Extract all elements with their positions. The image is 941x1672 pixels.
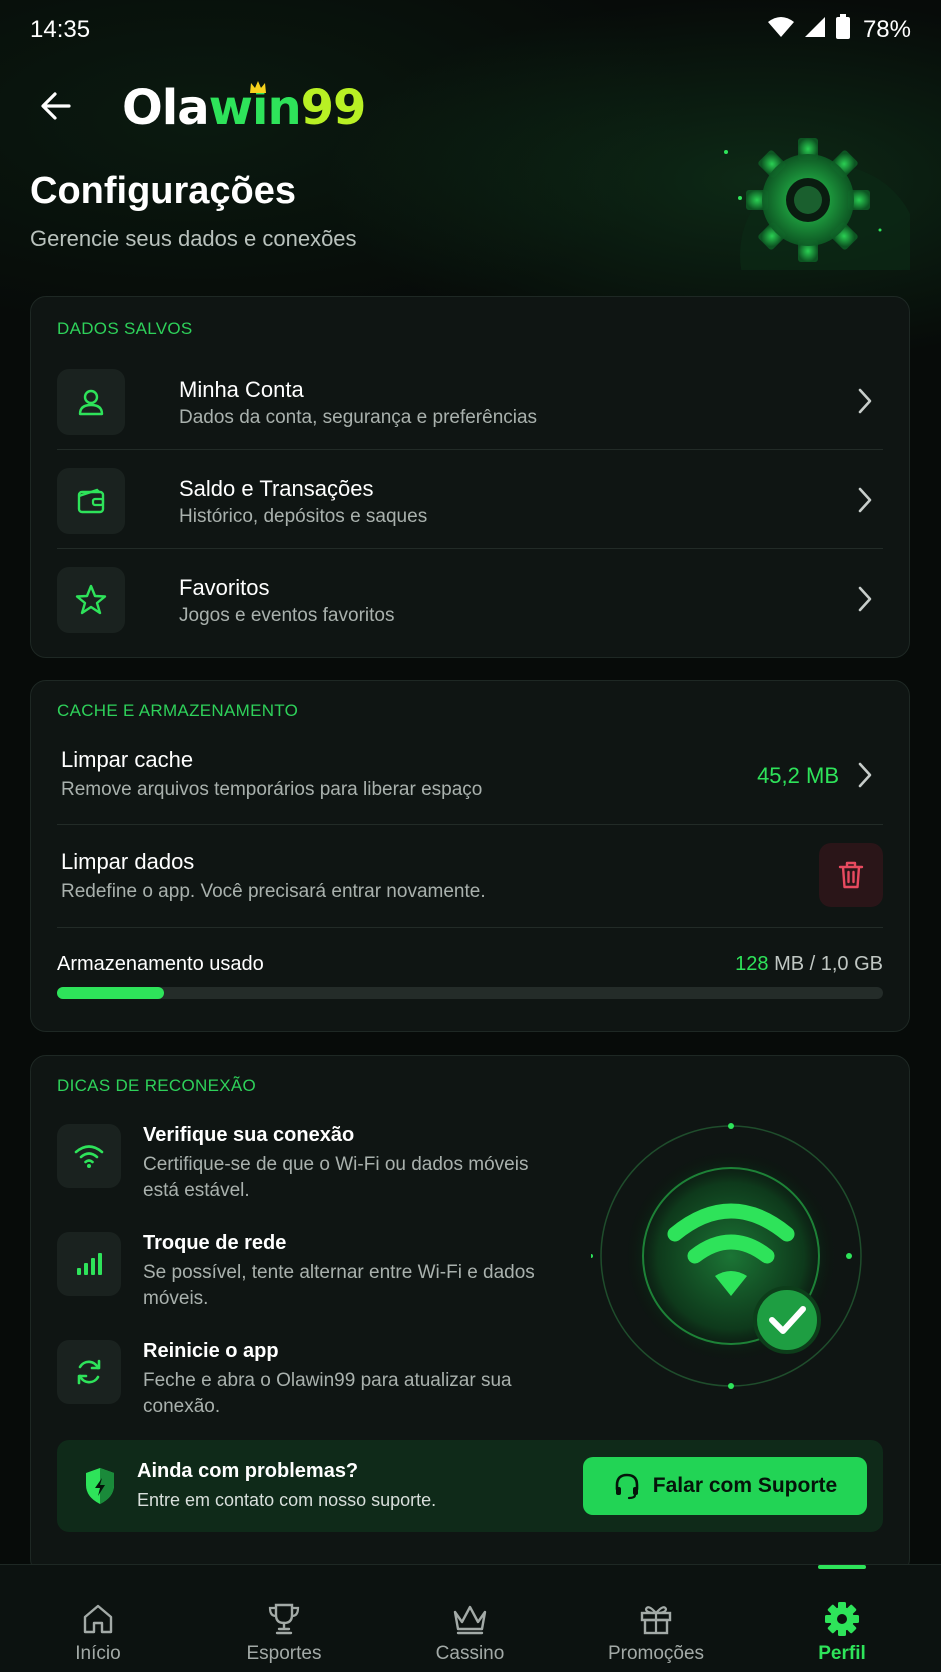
headset-icon <box>615 1473 639 1500</box>
storage-progress-bar <box>57 987 883 999</box>
divider <box>57 548 883 549</box>
help-banner: Ainda com problemas? Entre em contato co… <box>57 1440 883 1532</box>
clear-cache-subtitle: Remove arquivos temporários para liberar… <box>61 779 483 800</box>
reconnection-tips-card: DICAS DE RECONEXÃO Verifique sua conexão… <box>30 1055 910 1575</box>
section-title-cache: CACHE E ARMAZENAMENTO <box>57 701 299 720</box>
tip-text: Feche e abra o Olawin99 para atualizar s… <box>143 1370 512 1417</box>
menu-item-subtitle: Dados da conta, segurança e preferências <box>179 407 538 428</box>
trophy-icon <box>260 1595 308 1643</box>
menu-item-title: Favoritos <box>179 575 270 600</box>
back-button[interactable] <box>34 84 78 128</box>
menu-item-title: Minha Conta <box>179 377 304 402</box>
divider <box>57 449 883 450</box>
page-title: Configurações <box>30 170 297 212</box>
menu-item-subtitle: Histórico, depósitos e saques <box>179 506 428 527</box>
clear-data-subtitle: Redefine o app. Você precisará entrar no… <box>61 881 486 902</box>
page-subtitle: Gerencie seus dados e conexões <box>30 226 357 251</box>
shield-icon <box>83 1466 117 1511</box>
tip-text: Se possível, tente alternar entre Wi-Fi … <box>143 1262 535 1309</box>
user-icon <box>57 369 125 435</box>
wallet-icon <box>57 468 125 534</box>
clear-data-title: Limpar dados <box>61 849 195 874</box>
contact-support-label: Falar com Suporte <box>652 1474 838 1497</box>
wifi-icon <box>57 1124 121 1188</box>
wifi-connected-illustration <box>589 1116 871 1401</box>
gear-icon <box>818 1595 866 1643</box>
chevron-right-icon <box>857 486 873 519</box>
cache-size-value: 45,2 MB <box>757 763 839 788</box>
trash-icon <box>838 861 864 889</box>
gear-illustration-icon <box>720 130 920 345</box>
cell-signal-icon <box>803 15 827 44</box>
nav-label: Início <box>75 1643 121 1664</box>
section-title-tips: DICAS DE RECONEXÃO <box>57 1076 257 1095</box>
nav-label: Cassino <box>435 1643 505 1664</box>
chevron-right-icon <box>857 387 873 420</box>
contact-support-button[interactable]: Falar com Suporte <box>583 1457 867 1515</box>
storage-progress-fill <box>57 987 165 999</box>
help-text: Entre em contato com nosso suporte. <box>137 1490 437 1510</box>
help-title: Ainda com problemas? <box>137 1460 359 1482</box>
divider <box>57 824 883 825</box>
nav-item-home[interactable]: Início <box>4 1565 192 1672</box>
tip-title: Reinicie o app <box>143 1340 279 1362</box>
nav-active-indicator <box>818 1565 866 1569</box>
menu-item-subtitle: Jogos e eventos favoritos <box>179 605 395 626</box>
chevron-right-icon <box>857 761 873 794</box>
chevron-right-icon <box>857 585 873 618</box>
nav-item-promotions[interactable]: Promoções <box>562 1565 750 1672</box>
divider <box>57 927 883 928</box>
storage-used-value: 128 MB / 1,0 GB <box>735 953 883 975</box>
clear-data-button[interactable] <box>819 843 883 907</box>
bottom-navigation: Início Esportes Cassino Promoções Perfil <box>0 1564 941 1672</box>
star-icon <box>57 567 125 633</box>
home-icon <box>74 1595 122 1643</box>
nav-item-profile[interactable]: Perfil <box>748 1565 936 1672</box>
signal-bars-icon <box>57 1232 121 1296</box>
storage-used-label: Armazenamento usado <box>57 953 264 975</box>
nav-label: Promoções <box>607 1643 705 1664</box>
menu-item-title: Saldo e Transações <box>179 476 374 501</box>
tip-title: Verifique sua conexão <box>143 1124 355 1146</box>
wifi-status-icon <box>767 15 795 44</box>
tip-text: Certifique-se de que o Wi-Fi ou dados mó… <box>143 1154 529 1201</box>
status-time: 14:35 <box>30 16 91 43</box>
refresh-icon <box>57 1340 121 1404</box>
section-title-saved-data: DADOS SALVOS <box>57 319 193 338</box>
nav-label: Esportes <box>246 1643 322 1664</box>
clear-cache-title: Limpar cache <box>61 747 194 772</box>
menu-item-balance[interactable]: Saldo e Transações Histórico, depósitos … <box>57 466 883 536</box>
arrow-left-icon <box>41 92 71 120</box>
battery-icon <box>835 14 851 45</box>
brand-logo: Olawin99 <box>122 80 366 136</box>
cache-storage-card: CACHE E ARMAZENAMENTO Limpar cache Remov… <box>30 680 910 1032</box>
menu-item-favorites[interactable]: Favoritos Jogos e eventos favoritos <box>57 565 883 635</box>
menu-item-my-account[interactable]: Minha Conta Dados da conta, segurança e … <box>57 367 883 437</box>
tip-title: Troque de rede <box>143 1232 287 1254</box>
nav-label: Perfil <box>818 1643 866 1664</box>
saved-data-card: DADOS SALVOS Minha Conta Dados da conta,… <box>30 296 910 658</box>
status-bar: 14:35 78% <box>0 0 941 60</box>
clear-cache-row[interactable]: Limpar cache Remove arquivos temporários… <box>57 747 883 817</box>
battery-percentage: 78% <box>862 15 911 43</box>
logo-crown-icon <box>249 80 267 99</box>
status-indicators: 78% <box>767 14 911 45</box>
nav-item-sports[interactable]: Esportes <box>190 1565 378 1672</box>
clear-data-row: Limpar dados Redefine o app. Você precis… <box>57 843 883 913</box>
nav-item-casino[interactable]: Cassino <box>376 1565 564 1672</box>
crown-icon <box>446 1595 494 1643</box>
gift-icon <box>632 1595 680 1643</box>
